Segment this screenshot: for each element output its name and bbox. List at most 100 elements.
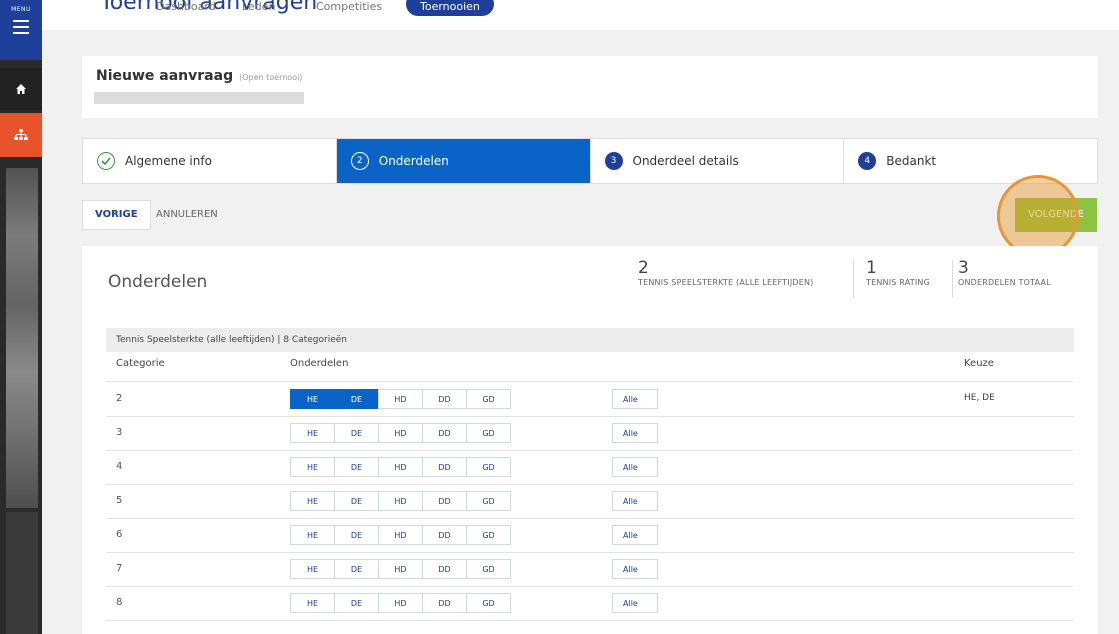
- wizard-steps: Algemene info 2 Onderdelen 3 Onderdeel d…: [82, 138, 1098, 184]
- toggle-he[interactable]: HE: [290, 423, 335, 443]
- step-onderdeel-details[interactable]: 3 Onderdeel details: [591, 139, 845, 183]
- blurred-request-name: [94, 92, 304, 104]
- toggle-hd[interactable]: HD: [378, 525, 423, 545]
- row-divider: [106, 620, 1074, 621]
- select-all-button[interactable]: Alle: [612, 491, 658, 511]
- toggle-gd[interactable]: GD: [466, 525, 511, 545]
- table-row: 3 HE DE HD DD GD Alle: [106, 416, 1074, 451]
- nav-item-leden[interactable]: Leden: [242, 0, 275, 13]
- stat-value: 1: [866, 258, 877, 278]
- row-category: 5: [116, 495, 123, 506]
- column-header-keuze: Keuze: [964, 358, 994, 369]
- home-button[interactable]: [0, 68, 42, 110]
- select-all-button[interactable]: Alle: [612, 389, 658, 409]
- table-row: 4 HE DE HD DD GD Alle: [106, 450, 1074, 485]
- column-header-onderdelen: Onderdelen: [290, 358, 349, 369]
- toggle-gd[interactable]: GD: [466, 491, 511, 511]
- organisation-button[interactable]: [0, 113, 42, 157]
- previous-button[interactable]: VORIGE: [82, 200, 151, 230]
- onderdelen-toggle-group: HE DE HD DD GD: [290, 491, 511, 511]
- stat-totaal: 3 ONDERDELEN TOTAAL: [958, 258, 1051, 287]
- toggle-hd[interactable]: HD: [378, 559, 423, 579]
- toggle-de[interactable]: DE: [334, 593, 379, 613]
- step-onderdelen[interactable]: 2 Onderdelen: [336, 139, 591, 183]
- stat-speelsterkte: 2 TENNIS SPEELSTERKTE (ALLE LEEFTIJDEN): [638, 258, 814, 287]
- table-group-header: Tennis Speelsterkte (alle leeftijden) | …: [106, 328, 1074, 352]
- toggle-he[interactable]: HE: [290, 525, 335, 545]
- step-bedankt[interactable]: 4 Bedankt: [844, 139, 1097, 183]
- cancel-button[interactable]: ANNULEREN: [144, 201, 230, 229]
- select-all-button[interactable]: Alle: [612, 423, 658, 443]
- toggle-hd[interactable]: HD: [378, 593, 423, 613]
- step-algemene-info[interactable]: Algemene info: [83, 139, 337, 183]
- toggle-de[interactable]: DE: [334, 491, 379, 511]
- nav-item-dashboard[interactable]: Dashboard: [156, 0, 216, 13]
- toggle-de[interactable]: DE: [334, 389, 379, 409]
- toggle-gd[interactable]: GD: [466, 423, 511, 443]
- onderdelen-toggle-group: HE DE HD DD GD: [290, 457, 511, 477]
- toggle-he[interactable]: HE: [290, 389, 335, 409]
- toggle-gd[interactable]: GD: [466, 457, 511, 477]
- toggle-de[interactable]: DE: [334, 457, 379, 477]
- toggle-hd[interactable]: HD: [378, 457, 423, 477]
- toggle-dd[interactable]: DD: [422, 559, 467, 579]
- toggle-gd[interactable]: GD: [466, 559, 511, 579]
- request-subtitle: (Open toernooi): [239, 73, 303, 82]
- main-area: Toernooi aanvragen Dashboard Leden Compe…: [42, 0, 1119, 634]
- toggle-hd[interactable]: HD: [378, 389, 423, 409]
- toggle-dd[interactable]: DD: [422, 593, 467, 613]
- step-label: Onderdelen: [378, 154, 449, 168]
- menu-button[interactable]: MENU: [0, 0, 42, 60]
- toggle-he[interactable]: HE: [290, 593, 335, 613]
- onderdelen-toggle-group: HE DE HD DD GD: [290, 389, 511, 409]
- toggle-dd[interactable]: DD: [422, 423, 467, 443]
- toggle-hd[interactable]: HD: [378, 423, 423, 443]
- toggle-de[interactable]: DE: [334, 559, 379, 579]
- check-icon: [97, 152, 115, 170]
- stat-label: TENNIS RATING: [866, 278, 931, 287]
- select-all-button[interactable]: Alle: [612, 593, 658, 613]
- row-category: 3: [116, 427, 123, 438]
- row-keuze: HE, DE: [964, 393, 995, 403]
- row-category: 7: [116, 563, 123, 574]
- click-highlight-circle: [997, 175, 1079, 257]
- toggle-de[interactable]: DE: [334, 423, 379, 443]
- stat-rating: 1 TENNIS RATING: [866, 258, 930, 287]
- request-card: Nieuwe aanvraag (Open toernooi): [82, 56, 1098, 118]
- stat-value: 3: [958, 258, 969, 278]
- onderdelen-toggle-group: HE DE HD DD GD: [290, 559, 511, 579]
- toggle-de[interactable]: DE: [334, 525, 379, 545]
- nav-item-toernooien[interactable]: Toernooien: [406, 0, 494, 16]
- toggle-dd[interactable]: DD: [422, 525, 467, 545]
- select-all-button[interactable]: Alle: [612, 525, 658, 545]
- step-label: Onderdeel details: [632, 154, 739, 168]
- onderdelen-toggle-group: HE DE HD DD GD: [290, 423, 511, 443]
- blurred-sidebar-content: [6, 168, 38, 508]
- request-title: Nieuwe aanvraag (Open toernooi): [96, 68, 303, 84]
- sidebar: MENU: [0, 0, 42, 634]
- row-category: 8: [116, 597, 123, 608]
- toggle-he[interactable]: HE: [290, 559, 335, 579]
- onderdelen-toggle-group: HE DE HD DD GD: [290, 525, 511, 545]
- column-header-categorie: Categorie: [116, 358, 165, 369]
- panel-title: Onderdelen: [108, 272, 208, 292]
- toggle-dd[interactable]: DD: [422, 491, 467, 511]
- menu-label: MENU: [11, 6, 31, 13]
- toggle-hd[interactable]: HD: [378, 491, 423, 511]
- table-row: 2 HE DE HD DD GD Alle HE, DE: [106, 382, 1074, 417]
- stat-label: TENNIS SPEELSTERKTE (ALLE LEEFTIJDEN): [638, 278, 814, 287]
- row-category: 6: [116, 529, 123, 540]
- select-all-button[interactable]: Alle: [612, 457, 658, 477]
- toggle-gd[interactable]: GD: [466, 593, 511, 613]
- nav-item-competities[interactable]: Competities: [316, 0, 382, 13]
- toggle-he[interactable]: HE: [290, 491, 335, 511]
- row-category: 4: [116, 461, 123, 472]
- sitemap-icon: [14, 129, 28, 140]
- select-all-button[interactable]: Alle: [612, 559, 658, 579]
- toggle-dd[interactable]: DD: [422, 457, 467, 477]
- toggle-dd[interactable]: DD: [422, 389, 467, 409]
- onderdelen-panel: Onderdelen 2 TENNIS SPEELSTERKTE (ALLE L…: [82, 246, 1098, 634]
- toggle-gd[interactable]: GD: [466, 389, 511, 409]
- home-icon: [16, 84, 26, 94]
- toggle-he[interactable]: HE: [290, 457, 335, 477]
